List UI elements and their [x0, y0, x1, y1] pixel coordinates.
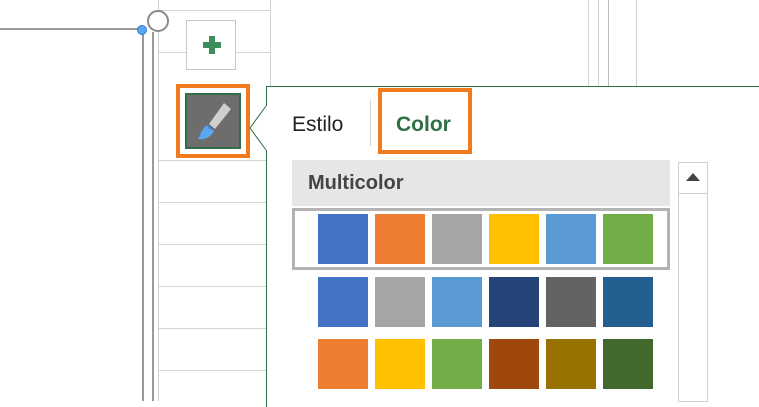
tab-color[interactable]: Color	[396, 113, 451, 137]
tab-divider	[370, 100, 371, 146]
add-chart-element-button[interactable]	[186, 20, 236, 70]
color-swatch[interactable]	[318, 339, 368, 389]
color-swatch[interactable]	[489, 339, 539, 389]
color-swatch[interactable]	[432, 214, 482, 264]
color-swatch[interactable]	[375, 339, 425, 389]
color-swatch[interactable]	[432, 339, 482, 389]
color-swatch[interactable]	[603, 214, 653, 264]
color-swatch[interactable]	[318, 214, 368, 264]
chart-style-button-highlight	[176, 84, 250, 158]
gallery-scrollbar[interactable]	[678, 162, 708, 402]
color-swatch[interactable]	[489, 277, 539, 327]
tab-style[interactable]: Estilo	[292, 113, 343, 137]
color-swatch[interactable]	[375, 214, 425, 264]
paintbrush-icon	[198, 103, 231, 140]
color-swatch[interactable]	[546, 277, 596, 327]
color-swatch[interactable]	[432, 277, 482, 327]
color-swatch[interactable]	[546, 339, 596, 389]
color-swatch[interactable]	[318, 277, 368, 327]
scroll-up-icon[interactable]	[686, 173, 700, 181]
chart-style-button[interactable]	[185, 93, 241, 149]
color-swatch[interactable]	[546, 214, 596, 264]
color-swatch[interactable]	[375, 277, 425, 327]
resize-handle[interactable]	[147, 10, 169, 32]
color-swatch[interactable]	[603, 277, 653, 327]
pane-pointer	[249, 106, 268, 150]
point-handle[interactable]	[137, 25, 147, 35]
gallery-header-label: Multicolor	[308, 172, 404, 194]
gallery-header: Multicolor	[292, 160, 670, 206]
color-swatch[interactable]	[603, 339, 653, 389]
color-swatch[interactable]	[489, 214, 539, 264]
